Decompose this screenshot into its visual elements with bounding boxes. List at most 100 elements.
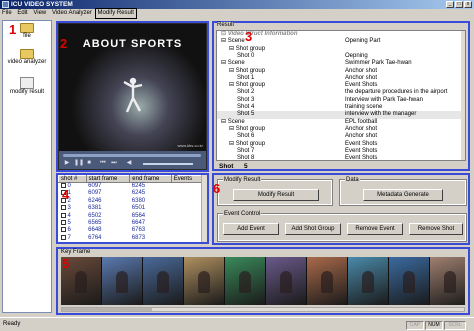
volume-slider[interactable] <box>143 163 193 165</box>
region-marker-6: 6 <box>213 181 221 196</box>
region-marker-5: 5 <box>62 256 70 271</box>
shot-table[interactable]: shot # start frame end frame Events 0 609… <box>56 173 209 244</box>
menu-edit[interactable]: Edit <box>15 9 29 18</box>
tree-row[interactable]: Shot 7 Event Shots <box>217 148 465 155</box>
scroll-thumb[interactable] <box>62 308 152 311</box>
add-event-button[interactable]: Add Event <box>223 223 279 235</box>
tree-row[interactable]: ⊟ Shot group Anchor shot <box>217 68 465 75</box>
row-checkbox[interactable] <box>60 227 66 233</box>
collapse-icon[interactable]: ⊟ <box>229 82 236 88</box>
tree-row[interactable]: ⊟ Scene Swimmer Park Tae-hwan <box>217 60 465 67</box>
tree-row[interactable]: ⊟ Scene EPL football <box>217 119 465 126</box>
keyframe-thumbnail[interactable] <box>184 257 225 305</box>
collapse-icon[interactable]: ⊟ <box>229 46 236 52</box>
tree-row-value: the departure procedures in the airport <box>345 89 448 96</box>
tree-row-value: interview with the manager <box>345 111 417 118</box>
menu-file[interactable]: File <box>0 9 14 18</box>
tree-row-value: Anchor shot <box>345 74 378 81</box>
table-row[interactable]: 6 6648 6763 <box>59 227 202 234</box>
table-row[interactable]: 1 6097 6245 <box>59 190 202 197</box>
tree-row[interactable]: Shot 6 Anchor shot <box>217 133 465 140</box>
tree-row[interactable]: Shot 5 interview with the manager <box>217 111 465 119</box>
keyframe-title: Key Frame <box>61 249 91 255</box>
pause-icon[interactable]: ❚❚ <box>74 160 84 167</box>
column-header-end-frame[interactable]: end frame <box>129 175 172 183</box>
tree-header: ⊟ Video Struct Information <box>221 31 298 37</box>
column-header-start-frame[interactable]: start frame <box>85 175 131 183</box>
result-tree[interactable]: ⊟ Video Struct Information ⊟ Scene Openin… <box>216 30 466 161</box>
table-row[interactable]: 7 6764 6873 <box>59 234 202 242</box>
tree-row[interactable]: ⊟ Shot group Anchor shot <box>217 126 465 133</box>
tree-row-value: Opening Part <box>345 38 381 45</box>
remove-shot-button[interactable]: Remove Shot <box>409 223 463 235</box>
table-row[interactable]: 4 6502 6564 <box>59 212 202 220</box>
window-title: ICU VIDEO SYSTEM <box>11 1 73 8</box>
keyframe-strip[interactable] <box>61 257 465 305</box>
row-checkbox[interactable] <box>60 205 66 211</box>
tree-row[interactable]: ⊟ Shot group <box>217 46 465 53</box>
table-cell: 6564 <box>131 212 146 219</box>
keyframe-thumbnail[interactable] <box>225 257 266 305</box>
keyframe-scrollbar[interactable] <box>61 307 465 312</box>
play-icon[interactable]: ▶ <box>63 160 71 167</box>
tree-row[interactable]: Shot 8 Event Shots <box>217 155 465 160</box>
close-button[interactable]: x <box>464 1 472 8</box>
group-title: Data <box>345 177 360 183</box>
keyframe-thumbnail[interactable] <box>389 257 430 305</box>
maximize-button[interactable]: □ <box>455 1 463 8</box>
next-icon[interactable]: ⏭ <box>110 160 118 167</box>
keyframe-thumbnail[interactable] <box>143 257 184 305</box>
keyframe-panel: Key Frame <box>56 247 470 315</box>
table-cell: 6763 <box>131 227 146 234</box>
table-scrollbar[interactable] <box>201 175 207 242</box>
left-item-video-analyzer[interactable]: video analyzer <box>3 49 51 65</box>
collapse-icon[interactable]: ⊟ <box>229 68 236 74</box>
table-row[interactable]: 3 6381 6501 <box>59 205 202 212</box>
collapse-icon[interactable]: ⊟ <box>229 126 236 132</box>
collapse-icon[interactable]: ⊟ <box>221 119 228 125</box>
tree-row[interactable]: Shot 2 the departure procedures in the ai… <box>217 89 465 96</box>
tree-row-value: Anchor shot <box>345 125 378 132</box>
modify-result-button[interactable]: Modify Result <box>233 189 319 201</box>
tree-scrollbar[interactable] <box>461 31 465 160</box>
collapse-icon[interactable]: ⊟ <box>221 38 228 44</box>
keyframe-thumbnail[interactable] <box>266 257 307 305</box>
menu-video-analyzer[interactable]: Video Analyzer <box>50 9 94 18</box>
stop-icon[interactable]: ■ <box>85 160 93 167</box>
remove-event-button[interactable]: Remove Event <box>347 223 403 235</box>
table-row[interactable]: 5 6565 6647 <box>59 220 202 227</box>
speaker-icon[interactable]: ◀ <box>125 160 133 167</box>
tree-row[interactable]: Shot 3 Interview with Park Tae-hwan <box>217 97 465 104</box>
shot-count-label: Shot <box>219 163 234 170</box>
column-header-events[interactable]: Events <box>170 175 203 183</box>
column-header-shot[interactable]: shot # <box>58 175 87 183</box>
row-checkbox[interactable] <box>60 220 66 226</box>
keyframe-thumbnail[interactable] <box>307 257 348 305</box>
status-bar: Ready CAP NUM SCRL <box>0 317 474 331</box>
menu-modify-result[interactable]: Modify Result <box>94 8 137 19</box>
table-row[interactable]: 0 6097 6245 <box>59 183 202 191</box>
metadata-generate-button[interactable]: Metadata Generate <box>363 189 443 201</box>
keyframe-thumbnail[interactable] <box>348 257 389 305</box>
table-cell: 6648 <box>88 227 102 234</box>
tree-row[interactable]: Shot 0 Oepning <box>217 53 465 60</box>
add-shot-group-button[interactable]: Add Shot Group <box>285 223 341 235</box>
tree-row[interactable]: Shot 1 Anchor shot <box>217 75 465 82</box>
tree-row[interactable]: Shot 4 training scene <box>217 104 465 111</box>
collapse-icon[interactable]: ⊟ <box>229 141 236 147</box>
tree-row[interactable]: ⊟ Shot group Event Shots <box>217 141 465 148</box>
keyframe-thumbnail[interactable] <box>430 257 465 305</box>
menu-view[interactable]: View <box>31 9 48 18</box>
minimize-button[interactable]: _ <box>446 1 454 8</box>
table-row[interactable]: 2 6246 6380 <box>59 197 202 205</box>
keyframe-thumbnail[interactable] <box>102 257 143 305</box>
tree-row[interactable]: ⊟ Shot group Event Shots <box>217 82 465 89</box>
row-checkbox[interactable] <box>60 234 66 240</box>
tree-row[interactable]: ⊟ Scene Opening Part <box>217 38 465 45</box>
row-checkbox[interactable] <box>60 212 66 218</box>
collapse-icon[interactable]: ⊟ <box>221 60 228 66</box>
previous-icon[interactable]: ⏮ <box>99 160 107 167</box>
left-item-modify-result[interactable]: modify result <box>3 77 51 95</box>
seek-bar[interactable] <box>63 154 201 157</box>
video-player[interactable]: ABOUT SPORTS www.kbs.co.kr ▶ ❚❚ ■ ⏮ ⏭ ◀ <box>56 21 209 172</box>
